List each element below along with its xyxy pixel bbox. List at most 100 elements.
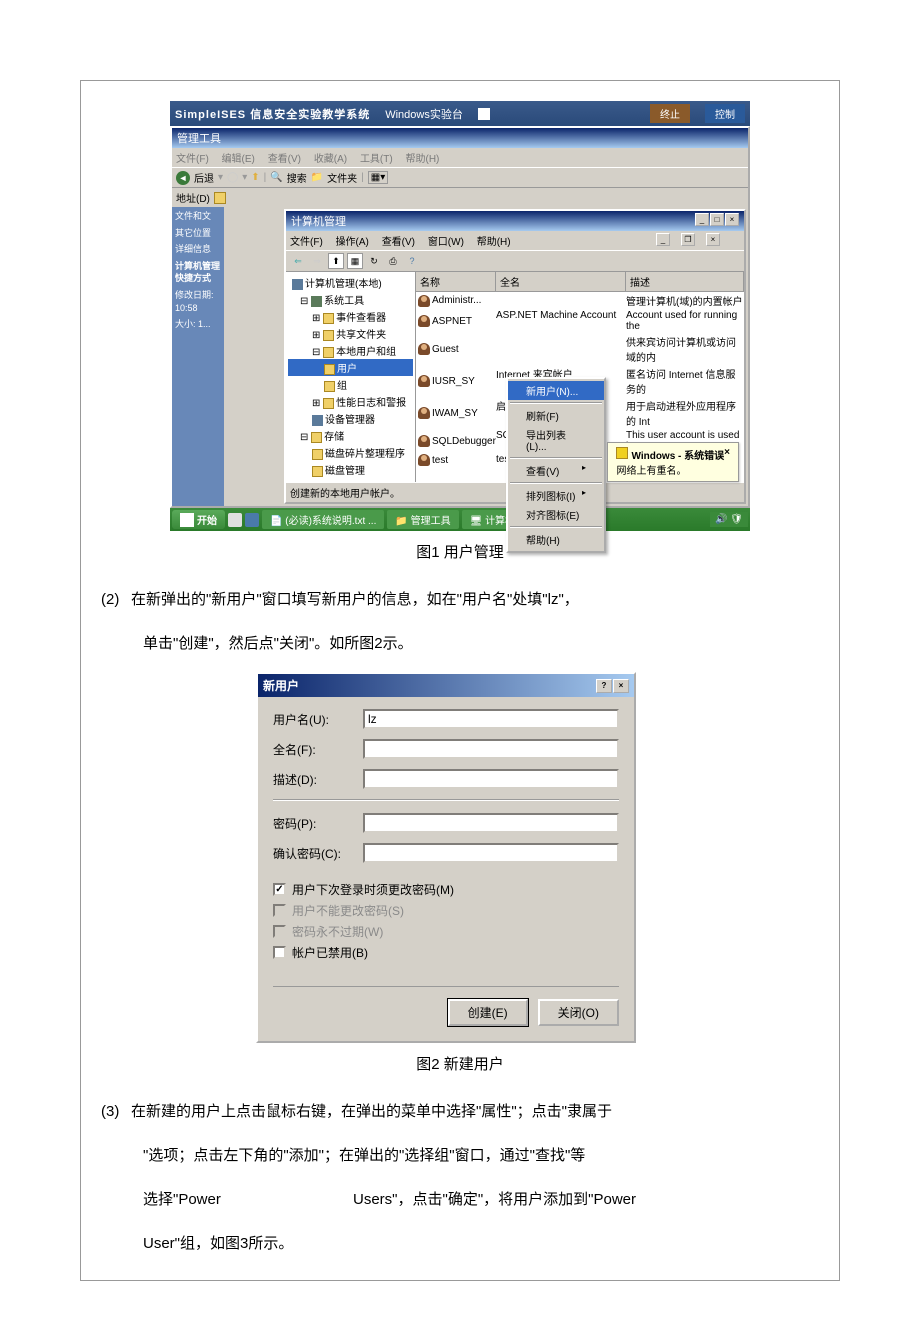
ctx-help[interactable]: 帮助(H) bbox=[508, 530, 604, 549]
export-icon[interactable]: ⎙ bbox=[385, 253, 401, 269]
col-name[interactable]: 名称 bbox=[416, 272, 496, 291]
inner-menu-action[interactable]: 操作(A) bbox=[336, 237, 369, 248]
minimize-button[interactable]: _ bbox=[695, 213, 709, 226]
address-label: 地址(D) bbox=[176, 190, 210, 205]
search-icon[interactable]: 🔍 bbox=[270, 172, 282, 183]
up-folder-icon[interactable]: ⬆ bbox=[328, 253, 344, 269]
mdi-restore[interactable]: ❐ bbox=[681, 233, 695, 246]
folders-icon[interactable]: 📁 bbox=[311, 172, 323, 183]
password-field[interactable] bbox=[363, 813, 619, 833]
taskbar-item[interactable]: 📄 (必读)系统说明.txt ... bbox=[262, 510, 384, 529]
taskbar-item[interactable]: 📁 管理工具 bbox=[387, 510, 458, 529]
list-row[interactable]: ASPNETASP.NET Machine AccountAccount use… bbox=[416, 309, 744, 333]
col-fullname[interactable]: 全名 bbox=[496, 272, 626, 291]
mdi-minimize[interactable]: _ bbox=[656, 233, 670, 246]
confirm-password-label: 确认密码(C): bbox=[273, 845, 363, 862]
tree-root[interactable]: 计算机管理(本地) bbox=[288, 274, 413, 291]
tasks-sidebar: 文件和文 其它位置 详细信息 计算机管理快捷方式 修改日期: 10:58 大小:… bbox=[172, 207, 224, 506]
tree-localusers[interactable]: ⊟ 本地用户和组 bbox=[288, 342, 413, 359]
window-title: 管理工具 bbox=[172, 128, 748, 148]
list-row[interactable]: Administr...管理计算机(域)的内置帐户 bbox=[416, 292, 744, 309]
props-icon[interactable]: ▦ bbox=[347, 253, 363, 269]
cannot-change-checkbox bbox=[273, 904, 286, 917]
help-icon[interactable]: ? bbox=[404, 253, 420, 269]
close-button[interactable]: 关闭(O) bbox=[538, 999, 619, 1026]
figure-2: 新用户 ? × 用户名(U): 全名(F): 描述(D): 密码(P): bbox=[256, 672, 636, 1043]
control-button[interactable]: 控制 bbox=[705, 104, 745, 123]
management-tools-window: 管理工具 文件(F) 编辑(E) 查看(V) 收藏(A) 工具(T) 帮助(H)… bbox=[170, 126, 750, 508]
dialog-help-button[interactable]: ? bbox=[596, 679, 612, 693]
inner-titlebar[interactable]: 计算机管理 _ □ × bbox=[286, 211, 744, 231]
inner-menu-view[interactable]: 查看(V) bbox=[382, 237, 415, 248]
username-label: 用户名(U): bbox=[273, 711, 363, 728]
back-label[interactable]: 后退 bbox=[194, 170, 214, 185]
menu-fav[interactable]: 收藏(A) bbox=[314, 154, 347, 165]
ctx-new-user[interactable]: 新用户(N)... bbox=[508, 381, 604, 400]
inner-menu-file[interactable]: 文件(F) bbox=[290, 237, 323, 248]
ctx-refresh[interactable]: 刷新(F) bbox=[508, 406, 604, 425]
must-change-checkbox[interactable] bbox=[273, 883, 286, 896]
description-label: 描述(D): bbox=[273, 771, 363, 788]
user-icon bbox=[418, 435, 430, 447]
views-icon[interactable]: ▦▾ bbox=[368, 171, 388, 184]
maximize-button[interactable]: □ bbox=[710, 213, 724, 226]
back-icon[interactable]: ◄ bbox=[176, 171, 190, 185]
must-change-password-row[interactable]: 用户下次登录时须更改密码(M) bbox=[273, 881, 619, 898]
create-button[interactable]: 创建(E) bbox=[448, 999, 528, 1026]
quicklaunch-icon[interactable] bbox=[245, 513, 259, 527]
start-button[interactable]: 开始 bbox=[172, 510, 225, 529]
terminate-button[interactable]: 终止 bbox=[650, 104, 690, 123]
tree-groups[interactable]: 组 bbox=[288, 376, 413, 393]
menu-edit[interactable]: 编辑(E) bbox=[222, 154, 255, 165]
folders-label[interactable]: 文件夹 bbox=[327, 170, 357, 185]
system-error-balloon[interactable]: Windows - 系统错误× 网络上有重名。 bbox=[607, 442, 739, 482]
ctx-view[interactable]: 查看(V) bbox=[508, 461, 604, 480]
description-field[interactable] bbox=[363, 769, 619, 789]
quicklaunch-icon[interactable] bbox=[228, 513, 242, 527]
nav-fwd-icon[interactable]: ⇒ bbox=[309, 253, 325, 269]
step-3-text: (3)在新建的用户上点击鼠标右键，在弹出的菜单中选择"属性"；点击"隶属于 bbox=[101, 1094, 819, 1130]
inner-menu-help[interactable]: 帮助(H) bbox=[477, 237, 511, 248]
tree-event[interactable]: ⊞ 事件查看器 bbox=[288, 308, 413, 325]
new-user-dialog: 新用户 ? × 用户名(U): 全名(F): 描述(D): 密码(P): bbox=[256, 672, 636, 1043]
ctx-align[interactable]: 对齐图标(E) bbox=[508, 505, 604, 524]
tree-storage[interactable]: ⊟ 存储 bbox=[288, 427, 413, 444]
tree-services[interactable]: ⊞ 服务和应用程序 bbox=[288, 478, 413, 482]
menu-tools[interactable]: 工具(T) bbox=[360, 154, 393, 165]
windows-flag-icon bbox=[180, 513, 194, 527]
menu-view[interactable]: 查看(V) bbox=[268, 154, 301, 165]
inner-menu-window[interactable]: 窗口(W) bbox=[428, 237, 464, 248]
dialog-titlebar[interactable]: 新用户 ? × bbox=[258, 674, 634, 697]
account-disabled-row[interactable]: 帐户已禁用(B) bbox=[273, 944, 619, 961]
tree-perf[interactable]: ⊞ 性能日志和警报 bbox=[288, 393, 413, 410]
tree-defrag[interactable]: 磁盘碎片整理程序 bbox=[288, 444, 413, 461]
menubar: 文件(F) 编辑(E) 查看(V) 收藏(A) 工具(T) 帮助(H) bbox=[172, 148, 748, 167]
tree-systools[interactable]: ⊟ 系统工具 bbox=[288, 291, 413, 308]
account-disabled-checkbox[interactable] bbox=[273, 946, 286, 959]
confirm-password-field[interactable] bbox=[363, 843, 619, 863]
user-icon bbox=[418, 454, 430, 466]
tree-users[interactable]: 用户 bbox=[288, 359, 413, 376]
mdi-close[interactable]: × bbox=[706, 233, 720, 246]
system-tray[interactable]: 🔊 🛡 bbox=[710, 512, 748, 527]
fullname-field[interactable] bbox=[363, 739, 619, 759]
up-icon[interactable]: ⬆ bbox=[251, 172, 259, 183]
ctx-export[interactable]: 导出列表(L)... bbox=[508, 425, 604, 455]
refresh-icon[interactable]: ↻ bbox=[366, 253, 382, 269]
taskbar: 开始 📄 (必读)系统说明.txt ... 📁 管理工具 🖥 计算机管理 🔊 🛡 bbox=[170, 508, 750, 531]
dialog-close-button[interactable]: × bbox=[613, 679, 629, 693]
tree-shared[interactable]: ⊞ 共享文件夹 bbox=[288, 325, 413, 342]
menu-help[interactable]: 帮助(H) bbox=[406, 154, 440, 165]
menu-file[interactable]: 文件(F) bbox=[176, 154, 209, 165]
ctx-arrange[interactable]: 排列图标(I) bbox=[508, 486, 604, 505]
col-desc[interactable]: 描述 bbox=[626, 272, 744, 291]
list-row[interactable]: Guest供来宾访问计算机或访问域的内 bbox=[416, 333, 744, 365]
tree-devmgr[interactable]: 设备管理器 bbox=[288, 410, 413, 427]
error-close-button[interactable]: × bbox=[724, 447, 730, 462]
username-field[interactable] bbox=[363, 709, 619, 729]
close-button[interactable]: × bbox=[725, 213, 739, 226]
nav-back-icon[interactable]: ⇐ bbox=[290, 253, 306, 269]
tree-diskmgr[interactable]: 磁盘管理 bbox=[288, 461, 413, 478]
tree-panel[interactable]: 计算机管理(本地) ⊟ 系统工具 ⊞ 事件查看器 ⊞ 共享文件夹 ⊟ 本地用户和… bbox=[286, 272, 416, 482]
search-label[interactable]: 搜索 bbox=[287, 170, 307, 185]
